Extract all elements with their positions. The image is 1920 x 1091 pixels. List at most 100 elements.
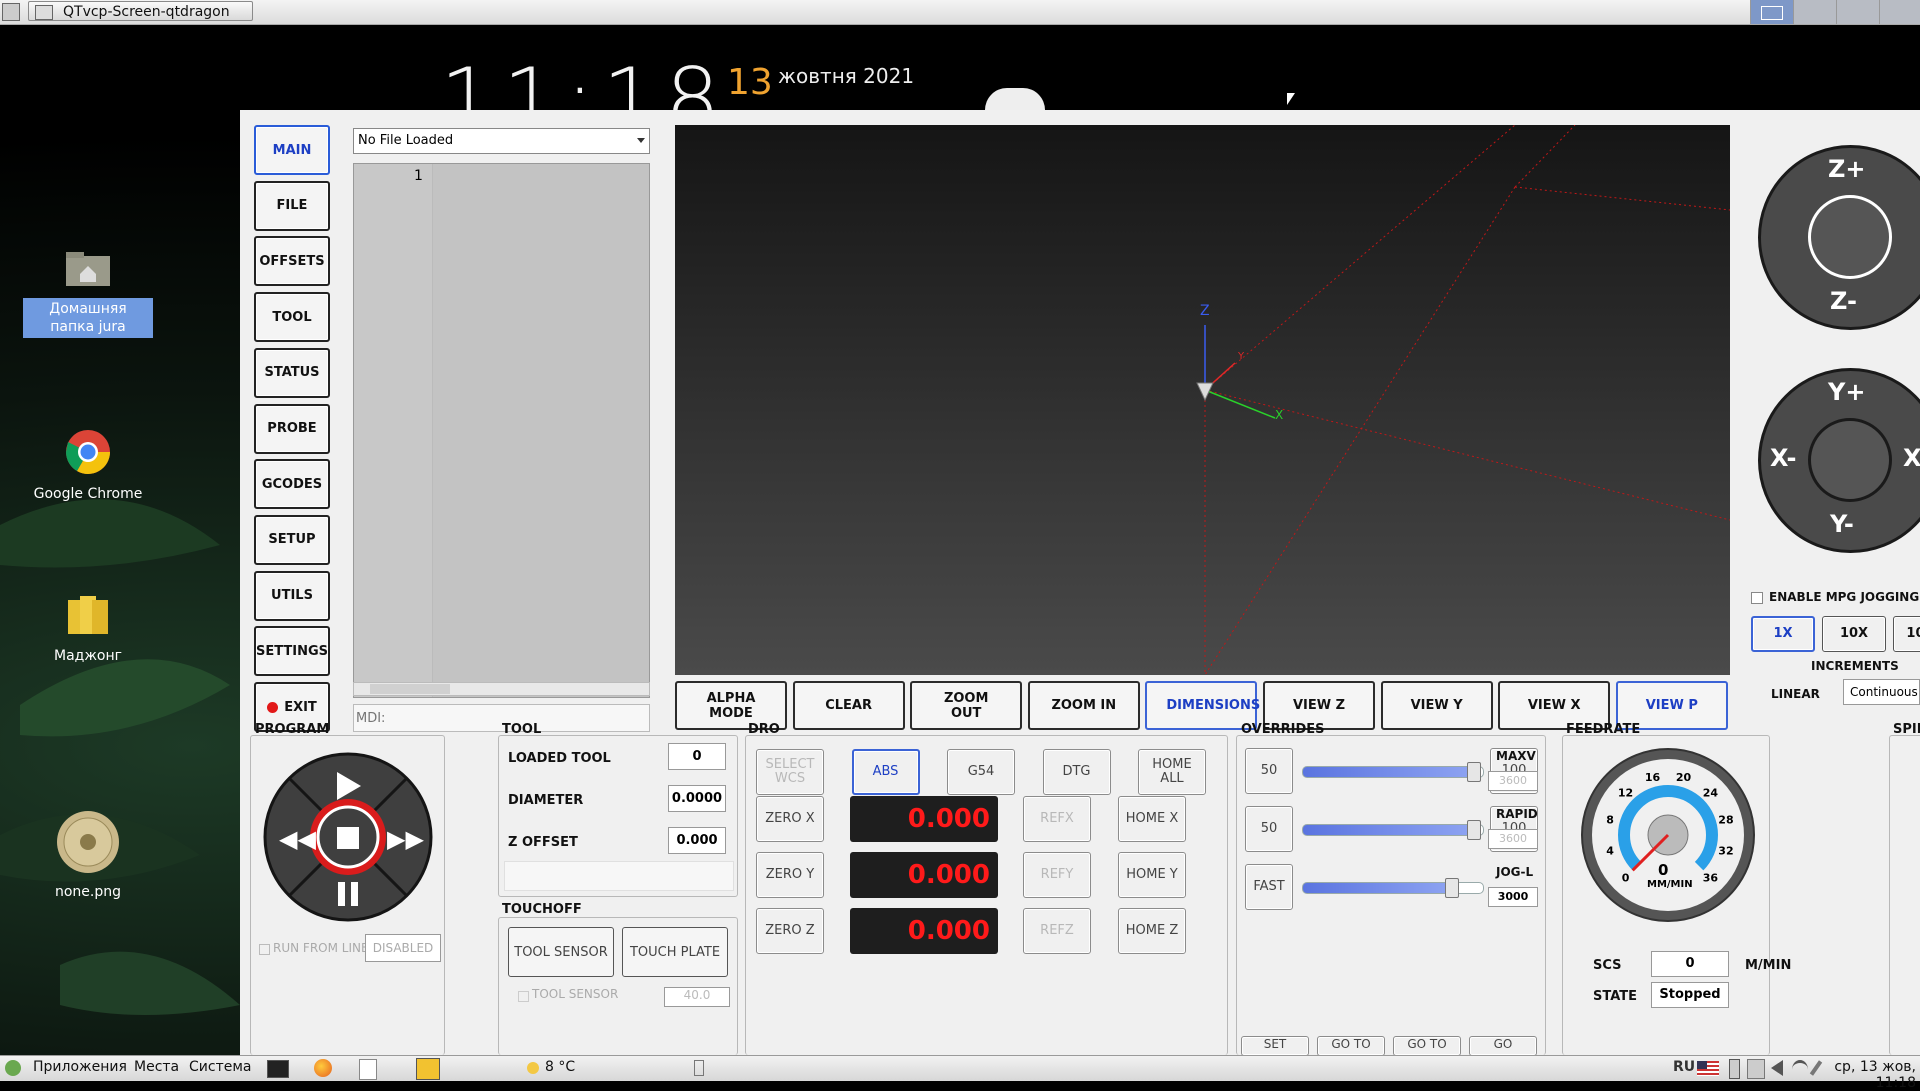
gcode-hscrollbar[interactable] — [353, 682, 650, 696]
slider-handle[interactable] — [1445, 878, 1460, 898]
rewind-button[interactable]: ◀◀ — [279, 827, 316, 851]
gauge-tick-label: 8 — [1606, 813, 1614, 826]
override-bottom-button[interactable]: GO TO — [1317, 1036, 1385, 1056]
slider-handle[interactable] — [1467, 762, 1481, 782]
view-button-view-y[interactable]: VIEW Y — [1380, 681, 1493, 730]
taskbar-clock[interactable]: ср, 13 жов, 11:18 — [1805, 1059, 1920, 1091]
run-from-line-input[interactable]: DISABLED — [365, 934, 441, 962]
menu-system[interactable]: Система — [189, 1059, 251, 1075]
override-row-value: 3600 — [1488, 771, 1538, 791]
jog-z-plus-button[interactable]: Z+ — [1828, 155, 1866, 183]
gcode-editor[interactable]: 1 — [353, 163, 650, 698]
run-from-line-checkbox[interactable] — [259, 944, 270, 955]
gauge-value: 0 — [1658, 861, 1669, 879]
nav-button-file[interactable]: FILE — [254, 180, 330, 231]
nav-button-label: SETUP — [268, 532, 316, 548]
keyboard-layout[interactable]: RU — [1673, 1059, 1695, 1075]
mint-menu-icon[interactable] — [5, 1060, 21, 1076]
view-button-zoom-in[interactable]: ZOOM IN — [1027, 681, 1140, 730]
nav-button-setup[interactable]: SETUP — [254, 514, 330, 565]
override-bottom-button[interactable]: SET — [1241, 1036, 1309, 1056]
play-button[interactable] — [337, 772, 361, 800]
file-select[interactable]: No File Loaded — [353, 128, 650, 154]
taskbar-window-button[interactable]: QTvcp-Screen-qtdragon — [28, 1, 253, 21]
view-button-label: VIEW X — [1527, 698, 1581, 713]
tool-sensor-height[interactable]: 40.0 — [664, 987, 730, 1007]
increment-button-1x[interactable]: 1X — [1751, 616, 1815, 652]
desktop-icon-chrome[interactable]: Google Chrome — [23, 428, 153, 502]
desktop-icon-mahjong[interactable]: Маджонг — [23, 590, 153, 664]
desktop-icon-label: Маджонг — [53, 648, 123, 664]
workspace-4-button[interactable] — [1879, 0, 1920, 24]
nav-button-gcodes[interactable]: GCODES — [254, 459, 330, 510]
zero-axis-button[interactable]: ZERO X — [756, 796, 824, 842]
tool-sensor-button[interactable]: TOOL SENSOR — [508, 927, 614, 977]
nav-button-main[interactable]: MAIN — [254, 125, 330, 175]
touch-plate-button[interactable]: TOUCH PLATE — [622, 927, 728, 977]
view-button-label: VIEW Y — [1410, 698, 1463, 713]
override-slider[interactable] — [1302, 824, 1484, 836]
workspace-1-button[interactable] — [1750, 0, 1793, 24]
desktop-icon-home[interactable]: Домашняя папка jura — [23, 248, 153, 338]
dro-button-abs[interactable]: ABS — [851, 749, 920, 795]
menu-applications[interactable]: Приложения — [33, 1059, 127, 1075]
view-button-zoom-out[interactable]: ZOOM OUT — [910, 681, 1023, 730]
scs-value: 0 — [1651, 951, 1729, 977]
cnc-launcher-icon[interactable] — [416, 1058, 440, 1080]
nav-button-probe[interactable]: PROBE — [254, 403, 330, 454]
ref-axis-button[interactable]: REFZ — [1023, 908, 1091, 954]
override-row-label: RAPID — [1496, 807, 1538, 821]
override-left-button[interactable]: FAST — [1245, 864, 1293, 910]
stop-button[interactable] — [337, 827, 359, 849]
desktop-icon-none-png[interactable]: none.png — [23, 810, 153, 900]
workspace-3-button[interactable] — [1836, 0, 1879, 24]
volume-icon[interactable] — [1771, 1060, 1783, 1076]
override-bottom-button[interactable]: GO — [1469, 1036, 1537, 1056]
override-left-button[interactable]: 50 — [1245, 806, 1293, 852]
firefox-launcher-icon[interactable] — [314, 1059, 332, 1077]
increment-button-10x[interactable]: 10X — [1822, 616, 1886, 652]
diameter-value: 0.0000 — [668, 785, 726, 812]
workspace-2-button[interactable] — [1793, 0, 1836, 24]
jog-y-plus-button[interactable]: Y+ — [1828, 378, 1866, 406]
view-button-clear[interactable]: CLEAR — [792, 681, 905, 730]
dro-button-label: SELECT WCS — [765, 757, 815, 786]
override-bottom-button[interactable]: GO TO — [1393, 1036, 1461, 1056]
show-desktop-icon[interactable] — [2, 3, 20, 21]
home-axis-button[interactable]: HOME Y — [1118, 852, 1186, 898]
increment-button-100x[interactable]: 100X — [1893, 616, 1920, 652]
text-editor-launcher-icon[interactable] — [359, 1059, 377, 1080]
ref-axis-button[interactable]: REFY — [1023, 852, 1091, 898]
pause-button[interactable] — [338, 882, 358, 906]
override-slider[interactable] — [1302, 766, 1484, 778]
jog-y-minus-button[interactable]: Y- — [1830, 510, 1854, 538]
zero-axis-button[interactable]: ZERO Z — [756, 908, 824, 954]
gcode-graphics-view[interactable]: Z X Y — [675, 125, 1730, 675]
increment-buttons: 1X 10X 100X — [1751, 616, 1920, 652]
zero-axis-button[interactable]: ZERO Y — [756, 852, 824, 898]
dro-button-dtg[interactable]: DTG — [1042, 749, 1111, 795]
dro-button-home-all[interactable]: HOME ALL — [1138, 749, 1206, 795]
home-axis-button[interactable]: HOME Z — [1118, 908, 1186, 954]
linear-increment-select[interactable]: Continuous — [1843, 679, 1920, 705]
nav-button-offsets[interactable]: OFFSETS — [254, 236, 330, 287]
home-axis-button[interactable]: HOME X — [1118, 796, 1186, 842]
dro-button-select-wcs[interactable]: SELECT WCS — [756, 749, 824, 795]
tool-sensor-checkbox[interactable] — [518, 991, 529, 1002]
desktop-icon-label: none.png — [54, 884, 122, 900]
nav-button-utils[interactable]: UTILS — [254, 570, 330, 621]
nav-button-status[interactable]: STATUS — [254, 347, 330, 398]
nav-button-settings[interactable]: SETTINGS — [254, 626, 330, 677]
menu-places[interactable]: Места — [134, 1059, 179, 1075]
jog-x-minus-button[interactable]: X- — [1770, 444, 1797, 472]
ref-axis-button[interactable]: REFX — [1023, 796, 1091, 842]
terminal-launcher-icon[interactable] — [267, 1060, 289, 1078]
jog-x-plus-button[interactable]: X+ — [1903, 444, 1920, 472]
nav-button-tool[interactable]: TOOL — [254, 292, 330, 343]
slider-handle[interactable] — [1467, 820, 1481, 840]
fast-forward-button[interactable]: ▶▶ — [387, 827, 424, 851]
jog-z-minus-button[interactable]: Z- — [1830, 287, 1857, 315]
dro-button-g54[interactable]: G54 — [947, 749, 1015, 795]
override-left-button[interactable]: 50 — [1245, 748, 1293, 794]
mpg-jogging-checkbox[interactable] — [1751, 592, 1763, 604]
